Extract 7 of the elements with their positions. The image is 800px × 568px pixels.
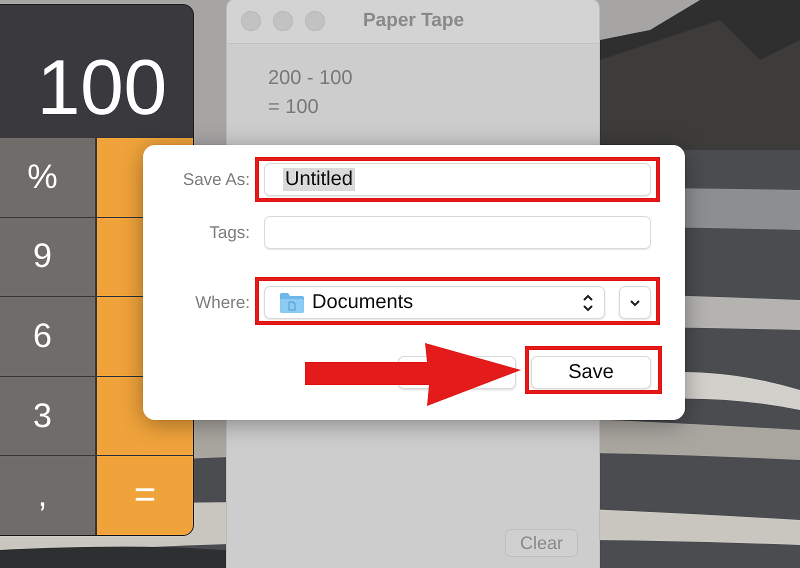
field-label: Where: xyxy=(194,292,250,312)
field-label: Save As: xyxy=(182,170,250,190)
calculator-display: 100 xyxy=(36,42,168,133)
tape-line: = 100 xyxy=(268,96,320,119)
field-label: Tags: xyxy=(208,222,250,242)
tape-line: 200 - 100 xyxy=(268,67,354,90)
window-title: Paper Tape xyxy=(363,10,464,32)
